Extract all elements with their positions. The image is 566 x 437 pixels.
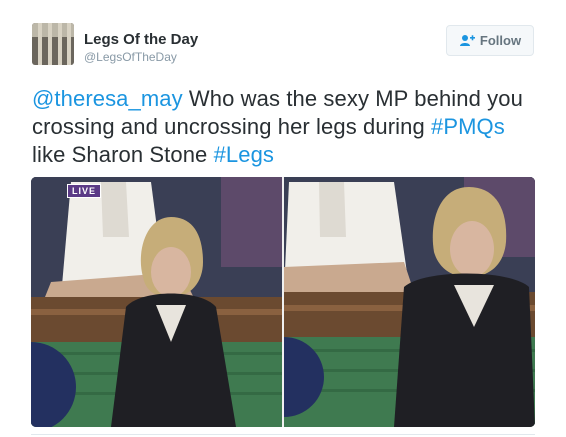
media-photo-right[interactable] — [284, 177, 535, 427]
hashtag-legs[interactable]: #Legs — [214, 142, 274, 167]
tweet-body-2: like Sharon Stone — [32, 142, 214, 167]
tweet-media[interactable]: LIVE — [31, 177, 535, 427]
user-handle[interactable]: @LegsOfTheDay — [84, 50, 177, 64]
mention-link[interactable]: @theresa_may — [32, 86, 183, 111]
media-photo-left[interactable]: LIVE — [31, 177, 282, 427]
user-name[interactable]: Legs Of the Day — [84, 31, 198, 48]
tweet-text: @theresa_may Who was the sexy MP behind … — [32, 85, 542, 169]
add-user-icon — [459, 34, 475, 47]
hashtag-pmqs[interactable]: #PMQs — [431, 114, 505, 139]
avatar[interactable] — [32, 23, 74, 65]
follow-label: Follow — [479, 33, 522, 48]
follow-button[interactable]: Follow — [446, 25, 534, 56]
live-badge: LIVE — [67, 184, 102, 198]
